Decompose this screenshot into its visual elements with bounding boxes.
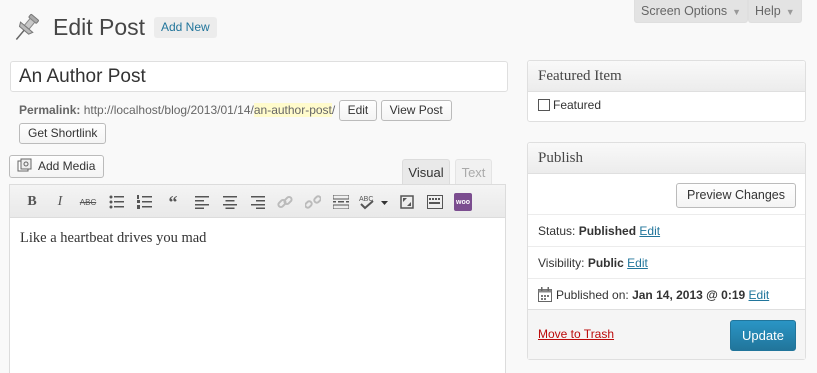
spellcheck-icon[interactable]: ABC: [358, 191, 390, 213]
status-label: Status:: [538, 224, 576, 238]
published-on-row: Published on: Jan 14, 2013 @ 0:19 Edit: [528, 278, 805, 310]
permalink-slug[interactable]: an-author-post: [253, 103, 332, 117]
publish-title[interactable]: Publish: [528, 143, 805, 174]
status-value: Published: [578, 224, 637, 238]
permalink-label: Permalink:: [19, 103, 81, 117]
post-title-input[interactable]: An Author Post: [10, 61, 508, 92]
pushpin-icon: [10, 12, 42, 44]
featured-item-box: Featured Item Featured: [527, 60, 806, 122]
published-on-value: Jan 14, 2013 @ 0:19: [632, 288, 746, 302]
strikethrough-icon[interactable]: ABC: [77, 191, 99, 213]
published-on-label: Published on:: [556, 288, 629, 302]
publish-box: Publish Preview Changes Status: Publishe…: [527, 142, 806, 360]
visibility-row: Visibility: Public Edit: [528, 246, 805, 278]
screen-options-button[interactable]: Screen Options ▼: [634, 0, 749, 23]
visibility-label: Visibility:: [538, 256, 585, 270]
chevron-down-icon: ▼: [732, 7, 742, 17]
italic-icon[interactable]: I: [49, 191, 71, 213]
status-row: Status: Published Edit: [528, 214, 805, 246]
permalink-base[interactable]: http://localhost/blog/2013/01/14/: [84, 103, 254, 117]
woo-shortcode-icon[interactable]: woo: [452, 191, 474, 213]
media-icon: [17, 158, 32, 172]
permalink-suffix: /: [331, 103, 336, 117]
move-to-trash-link[interactable]: Move to Trash: [538, 327, 614, 341]
tab-text[interactable]: Text: [455, 159, 492, 185]
align-center-icon[interactable]: [219, 191, 241, 213]
preview-changes-button[interactable]: Preview Changes: [676, 183, 796, 208]
visibility-edit-link[interactable]: Edit: [627, 256, 648, 270]
featured-checkbox[interactable]: [538, 99, 550, 111]
help-button[interactable]: Help ▼: [748, 0, 802, 23]
visibility-value: Public: [587, 256, 624, 270]
kitchen-sink-icon[interactable]: [424, 191, 446, 213]
tab-visual[interactable]: Visual: [402, 159, 450, 185]
page-title: Edit Post: [53, 14, 146, 40]
editor-content[interactable]: Like a heartbeat drives you mad: [20, 230, 206, 247]
numbered-list-icon[interactable]: [134, 191, 156, 213]
add-media-button[interactable]: Add Media: [9, 155, 105, 178]
blockquote-icon[interactable]: “: [162, 191, 184, 213]
bold-icon[interactable]: B: [21, 191, 43, 213]
featured-item-title[interactable]: Featured Item: [528, 61, 805, 92]
add-new-button[interactable]: Add New: [154, 17, 217, 38]
read-more-icon[interactable]: [330, 191, 352, 213]
add-media-label: Add Media: [38, 159, 96, 173]
screen-options-label: Screen Options: [641, 4, 728, 18]
edit-permalink-button[interactable]: Edit: [338, 100, 378, 121]
post-editor[interactable]: B I ABC “ ABC woo Like a heartbeat drive…: [9, 184, 506, 373]
align-left-icon[interactable]: [191, 191, 213, 213]
link-icon[interactable]: [274, 191, 296, 213]
permalink-row: Permalink: http://localhost/blog/2013/01…: [19, 99, 452, 121]
unlink-icon[interactable]: [302, 191, 324, 213]
publish-actions: Move to Trash Update: [528, 309, 805, 359]
align-right-icon[interactable]: [247, 191, 269, 213]
help-label: Help: [755, 4, 781, 18]
svg-text:woo: woo: [455, 199, 470, 206]
status-edit-link[interactable]: Edit: [639, 224, 660, 238]
fullscreen-icon[interactable]: [396, 191, 418, 213]
chevron-down-icon: ▼: [785, 7, 795, 17]
get-shortlink-button[interactable]: Get Shortlink: [19, 123, 107, 144]
featured-label: Featured: [553, 98, 602, 112]
featured-row: Featured: [538, 98, 601, 112]
view-post-button[interactable]: View Post: [380, 100, 452, 121]
editor-toolbar: B I ABC “ ABC woo: [10, 185, 505, 218]
published-on-edit-link[interactable]: Edit: [749, 288, 770, 302]
update-button[interactable]: Update: [730, 320, 796, 351]
bullet-list-icon[interactable]: [106, 191, 128, 213]
